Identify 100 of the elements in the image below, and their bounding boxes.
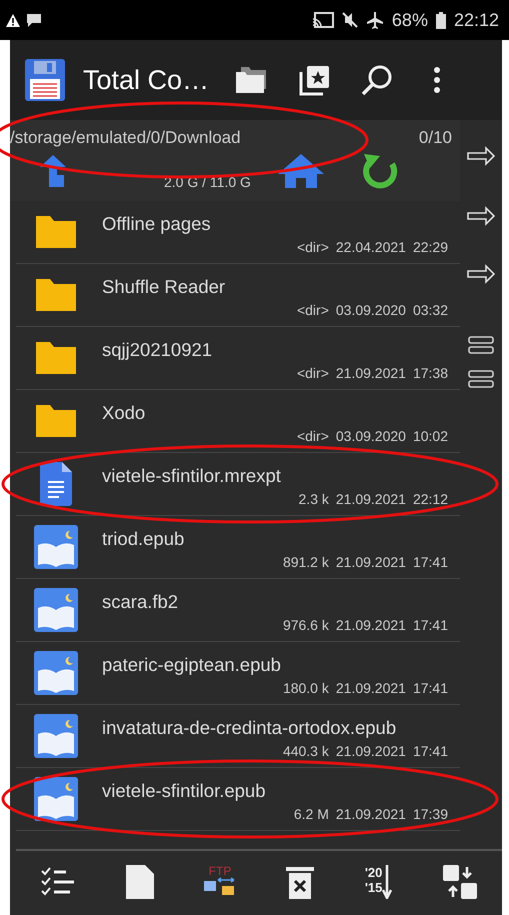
file-size: 440.3 k	[282, 743, 329, 759]
down-arrow-icon	[382, 865, 392, 899]
file-size: 180.0 k	[282, 680, 329, 696]
folder-icon	[34, 214, 78, 250]
menu-button[interactable]	[433, 66, 442, 94]
airplane-icon	[366, 11, 384, 29]
file-time: 22:12	[412, 491, 448, 507]
file-time: 10:02	[412, 428, 448, 444]
file-row[interactable]: Xodo <dir> 03.09.2020 10:02	[16, 390, 460, 453]
file-row[interactable]: pateric-egiptean.epub 180.0 k 21.09.2021 17:41	[16, 642, 460, 705]
file-time: 17:41	[412, 680, 448, 696]
book-icon	[34, 588, 78, 632]
document-icon	[40, 462, 72, 506]
swap-panels-button[interactable]	[442, 865, 477, 899]
file-time: 17:38	[412, 365, 448, 381]
file-name: scara.fb2	[102, 591, 180, 613]
file-time: 03:32	[412, 302, 448, 318]
star-bookmark-icon	[299, 64, 332, 96]
up-arrow-icon	[40, 155, 66, 187]
folder-icon	[34, 277, 78, 313]
book-icon	[34, 651, 78, 695]
file-time: 17:41	[412, 554, 448, 570]
folder-icon	[34, 403, 78, 439]
file-size: 976.6 k	[282, 617, 329, 633]
book-icon	[34, 777, 78, 821]
arrow-button[interactable]	[467, 264, 495, 284]
refresh-icon	[362, 152, 398, 190]
file-size: <dir>	[296, 365, 329, 381]
battery-icon	[436, 12, 446, 28]
file-name: pateric-egiptean.epub	[102, 654, 282, 676]
right-arrow-icon	[467, 264, 495, 284]
file-date: 03.09.2020	[336, 428, 406, 444]
file-name: vietele-sfintilor.epub	[102, 780, 267, 802]
right-arrow-icon	[467, 146, 495, 166]
file-date: 21.09.2021	[336, 806, 406, 822]
menu-icon	[433, 66, 442, 94]
file-size: 891.2 k	[282, 554, 329, 570]
delete-button[interactable]	[286, 865, 314, 899]
file-time: 22:29	[412, 239, 448, 255]
refresh-button[interactable]	[362, 152, 398, 190]
file-size: <dir>	[296, 302, 329, 318]
file-time: 17:39	[412, 806, 448, 822]
swap-icon	[442, 865, 477, 899]
mute-icon	[342, 12, 358, 28]
battery-percentage: 68%	[392, 10, 428, 30]
file-row[interactable]: Offline pages <dir> 22.04.2021 22:29	[16, 201, 460, 264]
file-size: <dir>	[296, 428, 329, 444]
file-date: 21.09.2021	[336, 554, 406, 570]
file-date: 21.09.2021	[336, 680, 406, 696]
file-date: 22.04.2021	[336, 239, 406, 255]
file-date: 21.09.2021	[336, 365, 406, 381]
selection-count: 0/10	[418, 128, 452, 148]
file-size: 2.3 k	[298, 491, 329, 507]
file-row[interactable]: triod.epub 891.2 k 21.09.2021 17:41	[16, 516, 460, 579]
arrow-button[interactable]	[467, 206, 495, 226]
new-file-button[interactable]	[126, 865, 154, 899]
file-row[interactable]: scara.fb2 976.6 k 21.09.2021 17:41	[16, 579, 460, 642]
file-row[interactable]: invatatura-de-credinta-ortodox.epub 440.3 k 21.09.2021 17:41	[16, 705, 460, 768]
file-name: Shuffle Reader	[102, 276, 226, 298]
computers-transfer-icon	[204, 877, 236, 895]
home-icon	[278, 154, 324, 188]
equals-button[interactable]	[468, 370, 494, 388]
message-icon	[26, 12, 42, 28]
file-name: Xodo	[102, 402, 146, 424]
parent-folder-button[interactable]	[40, 155, 66, 187]
file-name: invatatura-de-credinta-ortodox.epub	[102, 717, 398, 739]
equals-icon	[468, 370, 494, 388]
clock-time: 22:12	[454, 10, 499, 30]
file-name: sqjj20210921	[102, 339, 214, 361]
file-name: vietele-sfintilor.mrexpt	[102, 465, 282, 487]
equals-button[interactable]	[468, 336, 494, 354]
file-date: 03.09.2020	[336, 302, 406, 318]
sort-by-date-button[interactable]: '20 '15	[364, 865, 392, 899]
file-date: 21.09.2021	[336, 617, 406, 633]
equals-icon	[468, 336, 494, 354]
file-size: 6.2 M	[294, 806, 329, 822]
file-row[interactable]: Shuffle Reader <dir> 03.09.2020 03:32	[16, 264, 460, 327]
folder-path: /storage/emulated/0/Download	[10, 128, 241, 148]
file-name: triod.epub	[102, 528, 186, 550]
file-date: 21.09.2021	[336, 743, 406, 759]
arrow-button[interactable]	[467, 146, 495, 166]
cast-icon	[312, 12, 334, 28]
book-icon	[34, 714, 78, 758]
app-title: Total Co…	[83, 64, 210, 96]
warning-icon	[6, 14, 20, 26]
file-time: 17:41	[412, 743, 448, 759]
file-name: Offline pages	[102, 213, 212, 235]
file-date: 21.09.2021	[336, 491, 406, 507]
bookmarks-button[interactable]	[299, 64, 332, 96]
folder-icon	[34, 340, 78, 376]
file-time: 17:41	[412, 617, 448, 633]
search-icon	[361, 64, 394, 96]
file-size: <dir>	[296, 239, 329, 255]
search-button[interactable]	[361, 64, 394, 96]
file-icon	[126, 865, 154, 899]
trash-icon	[286, 865, 314, 899]
file-row[interactable]: sqjj20210921 <dir> 21.09.2021 17:38	[16, 327, 460, 390]
right-arrow-icon	[467, 206, 495, 226]
home-button[interactable]	[278, 154, 324, 188]
book-icon	[34, 525, 78, 569]
